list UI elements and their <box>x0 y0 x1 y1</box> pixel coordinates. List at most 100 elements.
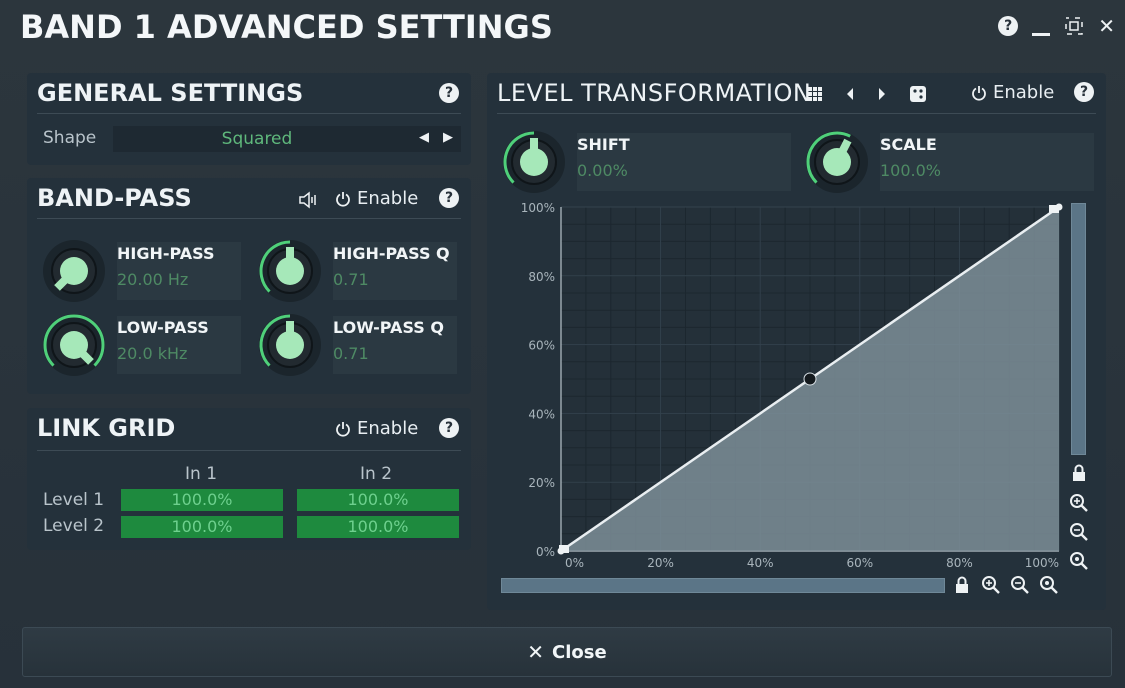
title-bar-controls: ? ✕ <box>998 16 1115 36</box>
shape-label: Shape <box>43 128 97 148</box>
enable-label: Enable <box>993 82 1055 103</box>
close-window-icon[interactable]: ✕ <box>1098 16 1115 36</box>
x-tick-label: 80% <box>946 556 973 570</box>
help-icon[interactable]: ? <box>439 188 459 208</box>
zoom-out-horizontal-icon[interactable] <box>1010 575 1030 595</box>
knob-low-pass[interactable]: LOW-PASS 20.0 kHz <box>41 312 241 378</box>
zoom-out-vertical-icon[interactable] <box>1069 522 1089 542</box>
lock-vertical-icon[interactable] <box>1070 463 1088 483</box>
knob-high-pass-q[interactable]: HIGH-PASS Q 0.71 <box>257 238 457 304</box>
column-header: In 1 <box>185 464 218 484</box>
shape-value: Squared <box>221 129 293 149</box>
zoom-in-vertical-icon[interactable] <box>1069 493 1089 513</box>
help-icon[interactable]: ? <box>439 83 459 103</box>
knob-value: 0.00% <box>577 161 628 180</box>
knob-low-pass-q[interactable]: LOW-PASS Q 0.71 <box>257 312 457 378</box>
grid-cell[interactable]: 100.0% <box>297 489 459 511</box>
help-icon[interactable]: ? <box>1074 82 1094 102</box>
x-tick-label: 0% <box>565 556 584 570</box>
knob-name: LOW-PASS Q <box>333 318 444 337</box>
zoom-in-horizontal-icon[interactable] <box>981 575 1001 595</box>
level-transformation-toolbar <box>807 85 927 103</box>
divider <box>37 450 461 451</box>
band-pass-enable-button[interactable]: Enable <box>335 188 418 209</box>
knob-name: SCALE <box>880 135 937 154</box>
knob-dial[interactable] <box>501 129 567 195</box>
close-button[interactable]: ✕ Close <box>22 627 1112 677</box>
enable-label: Enable <box>357 188 419 209</box>
zoom-reset-horizontal-icon[interactable] <box>1039 575 1059 595</box>
knob-name: SHIFT <box>577 135 630 154</box>
knob-scale[interactable]: SCALE 100.0% <box>804 129 1094 195</box>
knob-value: 20.0 kHz <box>117 344 188 363</box>
control-point <box>557 547 565 555</box>
knob-name: LOW-PASS <box>117 318 209 337</box>
grid-cell[interactable]: 100.0% <box>297 516 459 538</box>
knob-dial[interactable] <box>804 129 870 195</box>
y-tick-label: 20% <box>528 476 555 490</box>
help-icon[interactable]: ? <box>439 418 459 438</box>
knob-dial[interactable] <box>41 312 107 378</box>
grid-cell[interactable]: 100.0% <box>121 489 283 511</box>
panel-title: GENERAL SETTINGS <box>37 79 304 107</box>
level-transformation-enable-button[interactable]: Enable <box>971 82 1054 103</box>
control-point <box>803 372 817 386</box>
link-grid-enable-button[interactable]: Enable <box>335 418 418 439</box>
knob-high-pass[interactable]: HIGH-PASS 20.00 Hz <box>41 238 241 304</box>
y-tick-label: 100% <box>521 201 555 215</box>
level-transformation-panel: LEVEL TRANSFORMATION Enable ? SHIFT 0.00… <box>487 73 1106 610</box>
close-label: Close <box>552 641 607 663</box>
knob-dial[interactable] <box>41 238 107 304</box>
divider <box>37 218 461 219</box>
minimize-icon[interactable] <box>1032 16 1051 36</box>
vertical-scrollbar[interactable] <box>1071 203 1086 455</box>
y-tick-label: 40% <box>528 407 555 421</box>
knob-value: 0.71 <box>333 270 369 289</box>
panel-title: BAND-PASS <box>37 184 192 212</box>
y-tick-label: 80% <box>528 270 555 284</box>
row-label: Level 2 <box>43 516 105 536</box>
row-label: Level 1 <box>43 490 105 510</box>
column-header: In 2 <box>360 464 393 484</box>
general-settings-panel: GENERAL SETTINGS ? Shape Squared ◀ ▶ <box>27 73 471 165</box>
speaker-icon[interactable] <box>297 190 317 210</box>
knob-name: HIGH-PASS <box>117 244 215 263</box>
power-icon <box>972 85 986 101</box>
lock-horizontal-icon[interactable] <box>953 575 971 595</box>
next-arrow-icon[interactable]: ▶ <box>443 130 453 145</box>
transfer-curve-graph[interactable]: 0% 20% 40% 60% 80% 100% 0% 20% 40% 60% 80% 100% <box>497 199 1067 579</box>
knob-value: 0.71 <box>333 344 369 363</box>
close-icon: ✕ <box>527 640 545 664</box>
maximize-icon[interactable] <box>1064 16 1084 36</box>
zoom-reset-vertical-icon[interactable] <box>1069 551 1089 571</box>
horizontal-scrollbar[interactable] <box>501 578 945 593</box>
grid-menu-icon[interactable] <box>807 86 823 102</box>
shape-arrows: ◀ ▶ <box>419 130 453 145</box>
x-tick-label: 20% <box>647 556 674 570</box>
x-tick-label: 40% <box>747 556 774 570</box>
enable-label: Enable <box>357 418 419 439</box>
divider <box>497 113 1096 114</box>
power-icon <box>336 421 350 437</box>
shape-selector[interactable]: Squared ◀ ▶ <box>113 126 461 152</box>
knob-dial[interactable] <box>257 238 323 304</box>
x-tick-label: 100% <box>1025 556 1059 570</box>
panel-title: LINK GRID <box>37 414 176 442</box>
band-pass-panel: BAND-PASS Enable ? HIGH-PASS 20.00 Hz HI… <box>27 178 471 394</box>
grid-cell[interactable]: 100.0% <box>121 516 283 538</box>
shape-row: Shape Squared ◀ ▶ <box>37 126 461 152</box>
knob-shift[interactable]: SHIFT 0.00% <box>501 129 791 195</box>
panel-title: LEVEL TRANSFORMATION <box>497 79 812 107</box>
plugin-window: BAND 1 ADVANCED SETTINGS ? ✕ GENERAL SET… <box>0 0 1125 688</box>
y-tick-label: 60% <box>528 339 555 353</box>
knob-dial[interactable] <box>257 312 323 378</box>
control-point <box>1055 203 1063 211</box>
power-icon <box>336 191 350 207</box>
knob-value: 20.00 Hz <box>117 270 189 289</box>
prev-preset-icon[interactable] <box>845 87 855 101</box>
randomize-dice-icon[interactable] <box>909 85 927 103</box>
help-icon[interactable]: ? <box>998 16 1019 36</box>
prev-arrow-icon[interactable]: ◀ <box>419 130 429 145</box>
next-preset-icon[interactable] <box>877 87 887 101</box>
window-title: BAND 1 ADVANCED SETTINGS <box>20 8 553 46</box>
